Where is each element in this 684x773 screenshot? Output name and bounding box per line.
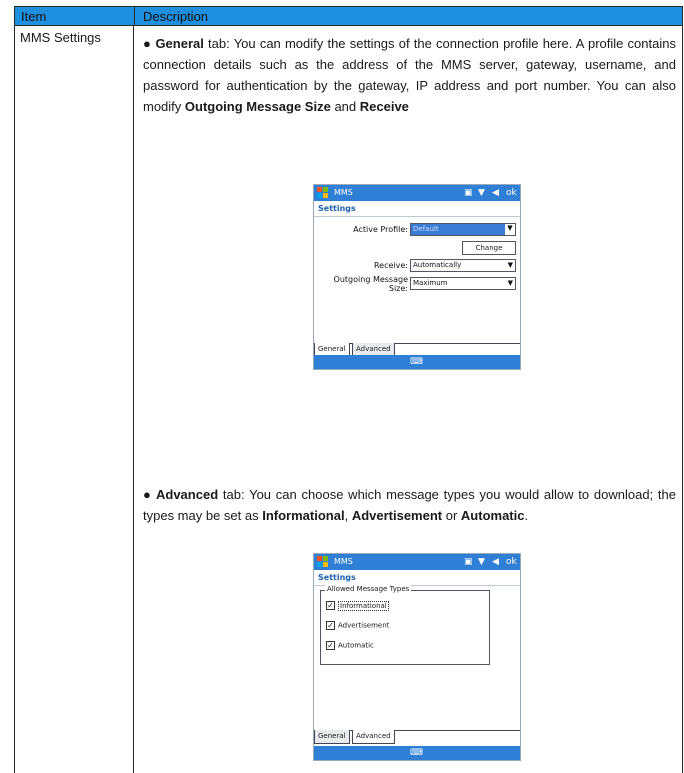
windows-logo-icon (317, 187, 328, 198)
active-profile-value: Default (413, 225, 439, 233)
header-divider (134, 7, 135, 25)
receive-value: Automatically (413, 261, 462, 269)
general-description: ● General tab: You can modify the setting… (143, 33, 676, 117)
general-text-and: and (330, 99, 360, 114)
change-button[interactable]: Change (462, 241, 516, 255)
advanced-text-or: or (442, 508, 461, 523)
advanced-text-comma: , (344, 508, 352, 523)
outgoing-label-line2: Size: (388, 284, 408, 293)
ok-icon[interactable]: ok (506, 188, 517, 198)
option-label: Informational (338, 600, 389, 611)
title-bar: MMS ▣ ▼ ◀ ok (314, 185, 520, 201)
checkbox-advertisement[interactable]: ✓ Advertisement (326, 621, 389, 630)
bullet-icon: ● (143, 36, 152, 51)
app-title: MMS (334, 557, 353, 566)
general-tab-name: General (155, 36, 204, 51)
option-label: Automatic (338, 641, 374, 650)
group-title: Allowed Message Types (325, 585, 412, 593)
signal-icon: ▼ (478, 188, 485, 198)
option-label: Advertisement (338, 621, 390, 630)
header-description: Description (143, 9, 209, 24)
connectivity-icon: ▣ (464, 188, 473, 198)
active-profile-dropdown[interactable]: Default ▼ (410, 223, 516, 236)
informational-term: Informational (262, 508, 345, 523)
checkbox-automatic[interactable]: ✓ Automatic (326, 641, 374, 650)
item-column: MMS Settings (14, 26, 134, 773)
receive-label: Receive: (373, 261, 408, 270)
outgoing-label-line1: Outgoing Message (333, 275, 408, 284)
tab-general[interactable]: General (314, 730, 350, 744)
settings-table: Item Description MMS Settings ● General t… (14, 6, 683, 773)
bottom-bar: ⌨ (314, 355, 520, 369)
checkbox-informational[interactable]: ✓ Informational (326, 600, 389, 611)
tab-advanced[interactable]: Advanced (352, 730, 395, 744)
automatic-term: Automatic (460, 508, 525, 523)
chevron-down-icon: ▼ (505, 224, 515, 235)
bottom-bar: ⌨ (314, 746, 520, 760)
outgoing-size-dropdown[interactable]: Maximum ▼ (410, 277, 516, 290)
advanced-text-end: . (524, 508, 529, 523)
table-header: Item Description (14, 6, 683, 26)
settings-heading: Settings (314, 570, 520, 586)
connectivity-icon: ▣ (464, 557, 473, 567)
check-icon: ✓ (326, 621, 335, 630)
receive-term: Receive (359, 99, 409, 114)
keyboard-icon[interactable]: ⌨ (410, 748, 423, 758)
check-icon: ✓ (326, 601, 335, 610)
allowed-types-group: Allowed Message Types ✓ Informational ✓ Ad… (320, 585, 490, 665)
advanced-tab-screenshot: MMS ▣ ▼ ◀ ok Settings Allowed Message Ty… (313, 553, 521, 761)
settings-heading: Settings (314, 201, 520, 217)
receive-dropdown[interactable]: Automatically ▼ (410, 259, 516, 272)
check-icon: ✓ (326, 641, 335, 650)
general-tab-screenshot: MMS ▣ ▼ ◀ ok Settings Active Profile: De… (313, 184, 521, 370)
volume-icon: ◀ (492, 557, 499, 567)
chevron-down-icon: ▼ (507, 261, 513, 269)
chevron-down-icon: ▼ (507, 279, 513, 287)
title-bar: MMS ▣ ▼ ◀ ok (314, 554, 520, 570)
keyboard-icon[interactable]: ⌨ (410, 357, 423, 367)
app-title: MMS (334, 188, 353, 197)
outgoing-size-value: Maximum (413, 279, 448, 287)
advanced-description: ● Advanced tab: You can choose which mess… (143, 484, 676, 526)
tab-strip: General Advanced (314, 730, 520, 744)
active-profile-label: Active Profile: (353, 225, 408, 234)
advanced-tab-name: Advanced (156, 487, 219, 502)
advertisement-term: Advertisement (351, 508, 443, 523)
item-name: MMS Settings (20, 30, 101, 45)
bullet-icon: ● (143, 487, 152, 502)
description-column: ● General tab: You can modify the setting… (134, 26, 683, 773)
ok-icon[interactable]: ok (506, 557, 517, 567)
signal-icon: ▼ (478, 557, 485, 567)
outgoing-size-term: Outgoing Message Size (184, 99, 331, 114)
outgoing-size-label: Outgoing Message Size: (324, 275, 408, 293)
header-item: Item (21, 9, 47, 24)
volume-icon: ◀ (492, 188, 499, 198)
windows-logo-icon (317, 556, 328, 567)
